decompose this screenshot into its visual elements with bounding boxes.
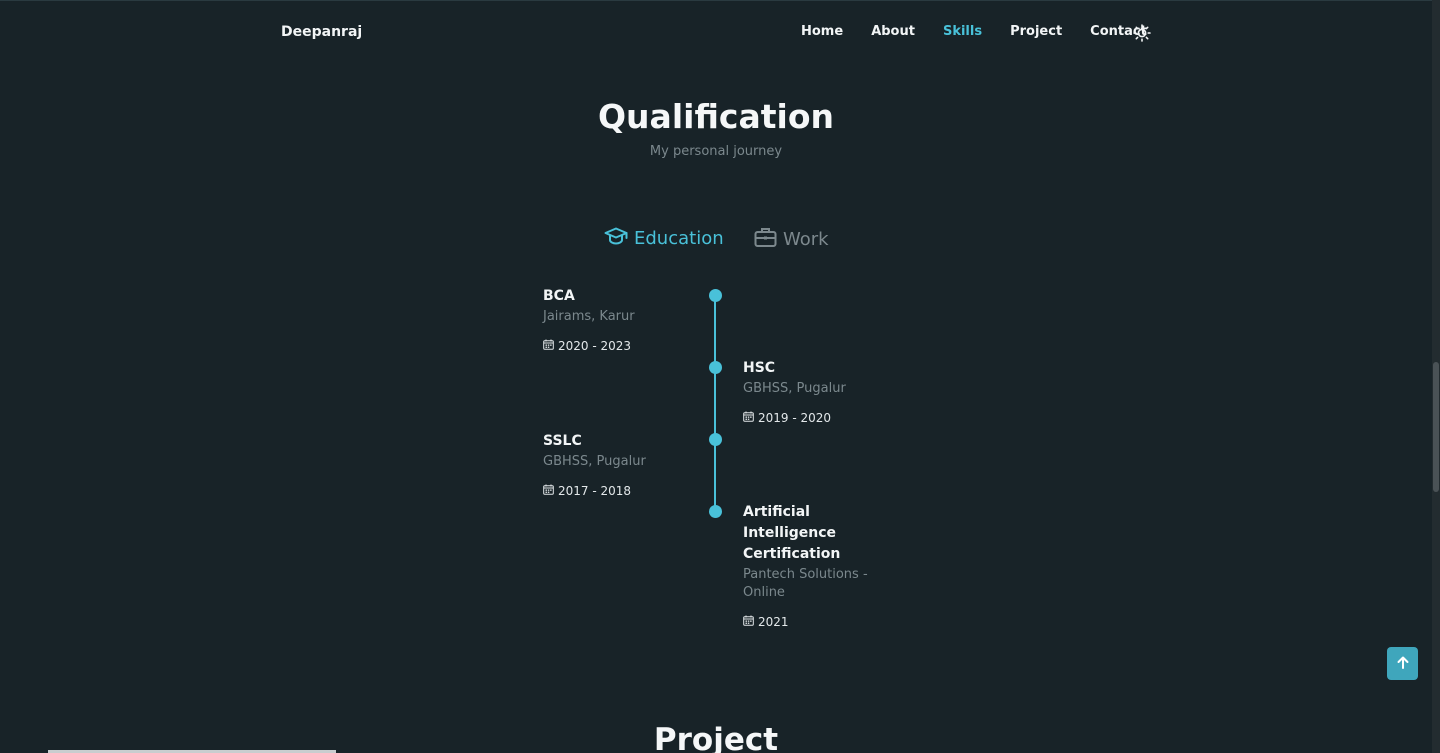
item-title: SSLC bbox=[543, 433, 582, 449]
briefcase-icon bbox=[754, 226, 783, 253]
nav-about[interactable]: About bbox=[871, 24, 915, 39]
section-subtitle: My personal journey bbox=[649, 144, 783, 159]
item-title: HSC bbox=[743, 360, 776, 376]
item-subtitle: Jairams, Karur bbox=[543, 309, 635, 324]
item-date: 2017 - 2018 bbox=[543, 484, 683, 498]
item-date-text: 2021 bbox=[758, 615, 789, 629]
timeline-dot bbox=[709, 433, 722, 446]
scroll-up-button[interactable] bbox=[1387, 647, 1418, 680]
qualification-item: SSLC GBHSS, Pugalur 2017 - 2018 bbox=[543, 431, 683, 498]
qualification-item: BCA Jairams, Karur 2020 - 2023 bbox=[543, 286, 683, 353]
qualification-item: HSC GBHSS, Pugalur 2019 - 2020 bbox=[743, 358, 883, 425]
graduation-cap-icon bbox=[604, 226, 634, 251]
qualification-item: Artificial Intelligence Certification Pa… bbox=[743, 502, 875, 629]
sun-icon[interactable] bbox=[1133, 24, 1151, 42]
calendar-icon bbox=[743, 615, 758, 629]
page: Deepanraj Home About Skills Project Cont… bbox=[0, 0, 1440, 753]
project-section-title: Project bbox=[653, 722, 779, 753]
item-subtitle: GBHSS, Pugalur bbox=[543, 454, 646, 469]
nav-home[interactable]: Home bbox=[801, 24, 843, 39]
item-title: Artificial Intelligence Certification bbox=[743, 504, 841, 562]
timeline-line bbox=[714, 295, 716, 512]
item-subtitle: GBHSS, Pugalur bbox=[743, 381, 846, 396]
tab-education[interactable]: Education bbox=[604, 226, 724, 251]
scrollbar-thumb[interactable] bbox=[1433, 362, 1439, 492]
item-date: 2020 - 2023 bbox=[543, 339, 683, 353]
calendar-icon bbox=[543, 339, 558, 353]
nav-skills[interactable]: Skills bbox=[943, 24, 982, 39]
item-title: BCA bbox=[543, 288, 575, 304]
item-date-text: 2020 - 2023 bbox=[558, 339, 632, 353]
timeline-dot bbox=[709, 505, 722, 518]
item-subtitle: Pantech Solutions - Online bbox=[743, 567, 868, 600]
item-date: 2021 bbox=[743, 615, 875, 629]
nav-project[interactable]: Project bbox=[1010, 24, 1062, 39]
logo[interactable]: Deepanraj bbox=[281, 24, 362, 40]
tab-work-label: Work bbox=[783, 229, 829, 250]
tab-education-label: Education bbox=[634, 228, 724, 249]
header: Deepanraj Home About Skills Project Cont… bbox=[0, 0, 1432, 66]
arrow-up-icon bbox=[1397, 654, 1409, 673]
item-date-text: 2019 - 2020 bbox=[758, 411, 832, 425]
tab-work[interactable]: Work bbox=[754, 226, 829, 253]
section-title: Qualification bbox=[598, 97, 834, 136]
main-nav: Home About Skills Project Contact bbox=[801, 24, 1175, 39]
timeline-dot bbox=[709, 361, 722, 374]
item-date-text: 2017 - 2018 bbox=[558, 484, 632, 498]
timeline-dot bbox=[709, 289, 722, 302]
item-date: 2019 - 2020 bbox=[743, 411, 883, 425]
calendar-icon bbox=[743, 411, 758, 425]
calendar-icon bbox=[543, 484, 558, 498]
